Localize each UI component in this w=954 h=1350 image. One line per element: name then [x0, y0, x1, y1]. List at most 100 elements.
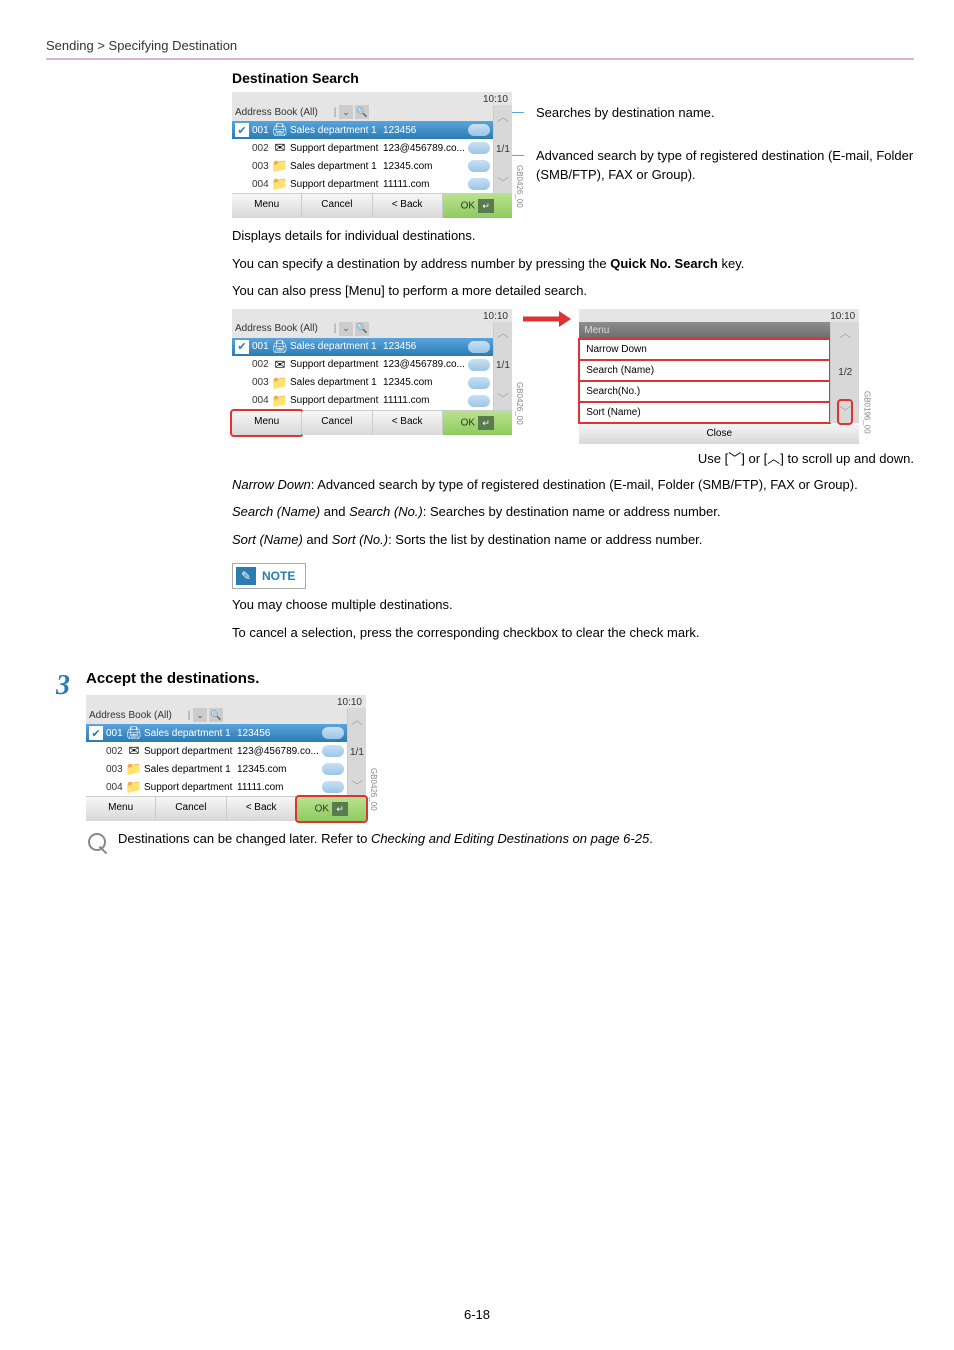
- checkbox-checked-icon[interactable]: ✔: [235, 123, 249, 137]
- ftp-icon: 📁: [273, 177, 287, 191]
- smb-icon: 🖨: [127, 726, 141, 740]
- info-icon[interactable]: [322, 763, 344, 775]
- double-chevron-down-icon[interactable]: ⌄: [339, 322, 353, 336]
- cancel-button[interactable]: Cancel: [302, 194, 372, 218]
- close-button[interactable]: Close: [579, 423, 859, 444]
- panel-title: Address Book (All): [235, 107, 331, 118]
- dest-row[interactable]: ✔ 001 🖨 Sales department 1 123456: [86, 724, 347, 742]
- button-bar: Menu Cancel < Back OK↵: [232, 193, 512, 218]
- double-chevron-down-icon[interactable]: ⌄: [193, 708, 207, 722]
- ftp-icon: 📁: [273, 159, 287, 173]
- enter-icon: ↵: [478, 199, 494, 213]
- chevron-up-icon[interactable]: ︿: [497, 322, 509, 344]
- menu-button[interactable]: Menu: [232, 411, 302, 435]
- chevron-down-icon[interactable]: ﹀: [497, 388, 509, 410]
- body-text: Displays details for individual destinat…: [232, 226, 914, 246]
- checkbox-icon[interactable]: [235, 358, 249, 372]
- checkbox-icon[interactable]: [235, 177, 249, 191]
- dest-row[interactable]: 002 ✉ Support department 123@456789.co..…: [86, 742, 347, 760]
- cancel-button[interactable]: Cancel: [302, 411, 372, 435]
- menu-button[interactable]: Menu: [86, 797, 156, 821]
- note-icon: ✎: [236, 567, 256, 585]
- dest-row[interactable]: ✔ 001 🖨 Sales department 1 123456: [232, 121, 493, 139]
- checkbox-icon[interactable]: [235, 141, 249, 155]
- chevron-down-icon[interactable]: ﹀: [839, 401, 851, 423]
- search-icon[interactable]: 🔍: [355, 322, 369, 336]
- page-indicator: 1/1: [350, 747, 364, 758]
- ftp-icon: 📁: [127, 762, 141, 776]
- button-bar: Menu Cancel < Back OK↵: [86, 796, 366, 821]
- scrollbar[interactable]: ︿ 1/1 ﹀: [493, 105, 512, 193]
- arrow-icon: [516, 309, 576, 329]
- double-chevron-down-icon[interactable]: ⌄: [339, 105, 353, 119]
- scrollbar[interactable]: ︿ 1/1 ﹀: [493, 322, 512, 410]
- back-button[interactable]: < Back: [373, 411, 443, 435]
- ok-button[interactable]: OK↵: [297, 797, 366, 821]
- callout-text: Searches by destination name.: [536, 105, 715, 120]
- chevron-up-icon[interactable]: ︿: [839, 322, 851, 344]
- cancel-button[interactable]: Cancel: [156, 797, 226, 821]
- ok-button[interactable]: OK↵: [443, 411, 512, 435]
- page-number: 6-18: [0, 1307, 954, 1322]
- checkbox-icon[interactable]: [235, 159, 249, 173]
- info-icon[interactable]: [468, 377, 490, 389]
- checkbox-icon[interactable]: [235, 394, 249, 408]
- back-button[interactable]: < Back: [227, 797, 297, 821]
- chevron-up-icon[interactable]: ︿: [351, 708, 363, 730]
- menu-item-narrow-down[interactable]: Narrow Down: [579, 339, 830, 360]
- checkbox-icon[interactable]: [89, 744, 103, 758]
- dest-row[interactable]: ✔ 001 🖨 Sales department 1 123456: [232, 338, 493, 356]
- chevron-up-icon[interactable]: ︿: [497, 105, 509, 127]
- info-icon[interactable]: [468, 359, 490, 371]
- search-icon[interactable]: 🔍: [209, 708, 223, 722]
- checkbox-icon[interactable]: [235, 376, 249, 390]
- info-icon[interactable]: [468, 178, 490, 190]
- menu-title: Menu: [579, 322, 830, 339]
- checkbox-checked-icon[interactable]: ✔: [89, 726, 103, 740]
- dest-row[interactable]: 004 📁 Support department 11111.com: [232, 392, 493, 410]
- chevron-down-icon[interactable]: ﹀: [351, 774, 363, 796]
- panel-title: Address Book (All): [89, 710, 185, 721]
- info-icon[interactable]: [468, 341, 490, 353]
- chevron-down-icon[interactable]: ﹀: [497, 171, 509, 193]
- address-book-panel-3: 10:10 Address Book (All) | ⌄ 🔍: [86, 695, 366, 821]
- magnifier-icon: [86, 831, 108, 857]
- info-icon[interactable]: [468, 160, 490, 172]
- menu-item-search-name[interactable]: Search (Name): [579, 360, 830, 381]
- ftp-icon: 📁: [273, 376, 287, 390]
- button-bar: Menu Cancel < Back OK↵: [232, 410, 512, 435]
- enter-icon: ↵: [332, 802, 348, 816]
- checkbox-icon[interactable]: [89, 762, 103, 776]
- menu-item-search-no[interactable]: Search(No.): [579, 381, 830, 402]
- dest-row[interactable]: 003 📁 Sales department 1 12345.com: [232, 374, 493, 392]
- dest-row[interactable]: 004 📁 Support department 11111.com: [86, 778, 347, 796]
- body-text: Sort (Name) and Sort (No.): Sorts the li…: [232, 530, 914, 550]
- checkbox-icon[interactable]: [89, 780, 103, 794]
- info-icon[interactable]: [468, 142, 490, 154]
- back-button[interactable]: < Back: [373, 194, 443, 218]
- scrollbar[interactable]: ︿ 1/2 ﹀: [830, 322, 859, 423]
- image-code: GB0426_00: [515, 165, 524, 208]
- ftp-icon: 📁: [127, 780, 141, 794]
- ok-button[interactable]: OK↵: [443, 194, 512, 218]
- info-icon[interactable]: [468, 395, 490, 407]
- ftp-icon: 📁: [273, 394, 287, 408]
- scrollbar[interactable]: ︿ 1/1 ﹀: [347, 708, 366, 796]
- search-icon[interactable]: 🔍: [355, 105, 369, 119]
- info-icon[interactable]: [322, 781, 344, 793]
- info-icon[interactable]: [322, 745, 344, 757]
- dest-row[interactable]: 002 ✉ Support department 123@456789.co..…: [232, 356, 493, 374]
- dest-row[interactable]: 002 ✉ Support department 123@456789.co..…: [232, 139, 493, 157]
- menu-button[interactable]: Menu: [232, 194, 302, 218]
- info-icon[interactable]: [322, 727, 344, 739]
- menu-item-sort-name[interactable]: Sort (Name): [579, 402, 830, 423]
- enter-icon: ↵: [478, 416, 494, 430]
- info-icon[interactable]: [468, 124, 490, 136]
- mail-icon: ✉: [273, 141, 287, 155]
- dest-row[interactable]: 003 📁 Sales department 1 12345.com: [232, 157, 493, 175]
- dest-row[interactable]: 003 📁 Sales department 1 12345.com: [86, 760, 347, 778]
- dest-row[interactable]: 004 📁 Support department 11111.com: [232, 175, 493, 193]
- body-text: You can specify a destination by address…: [232, 254, 914, 274]
- panel-title: Address Book (All): [235, 323, 331, 334]
- checkbox-checked-icon[interactable]: ✔: [235, 340, 249, 354]
